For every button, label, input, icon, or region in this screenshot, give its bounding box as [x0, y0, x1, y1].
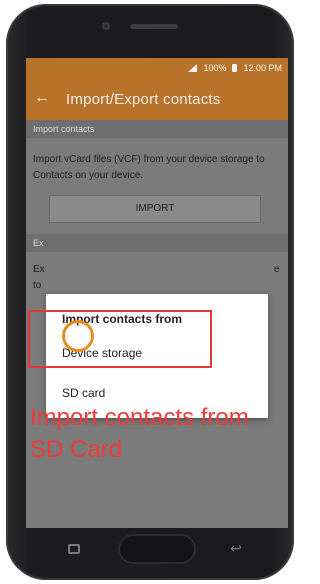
phone-frame: 100% 12:00 PM ← Import/Export contacts I… [6, 4, 294, 580]
signal-icon [188, 64, 198, 72]
earpiece-speaker [130, 24, 178, 29]
instruction-caption: Import contacts from SD Card [30, 402, 290, 466]
export-text-line1-start: Ex [33, 264, 45, 275]
import-description: Import vCard files (VCF) from your devic… [33, 154, 265, 181]
status-time: 12:00 PM [243, 63, 282, 73]
back-key-icon[interactable]: ↩ [226, 540, 246, 556]
section-header-export: Ex [26, 234, 288, 252]
import-button[interactable]: IMPORT [49, 195, 261, 223]
highlight-box [28, 310, 212, 368]
recents-key[interactable] [68, 544, 80, 554]
page-title: Import/Export contacts [66, 91, 221, 108]
back-arrow-icon[interactable]: ← [34, 90, 50, 106]
app-bar: ← Import/Export contacts [26, 78, 288, 120]
caption-line-2: SD Card [30, 436, 123, 463]
status-bar: 100% 12:00 PM [26, 58, 288, 78]
battery-percent: 100% [203, 63, 227, 73]
battery-icon [232, 64, 238, 72]
option-sd-card[interactable]: SD card [62, 386, 105, 400]
section-header-import: Import contacts [26, 120, 288, 138]
front-camera [102, 22, 110, 30]
tap-indicator [62, 320, 94, 352]
export-text-line2-start: to [33, 280, 42, 291]
home-button[interactable] [118, 534, 196, 564]
caption-line-1: Import contacts from [30, 404, 249, 431]
export-text-line1-end: e [274, 264, 280, 275]
